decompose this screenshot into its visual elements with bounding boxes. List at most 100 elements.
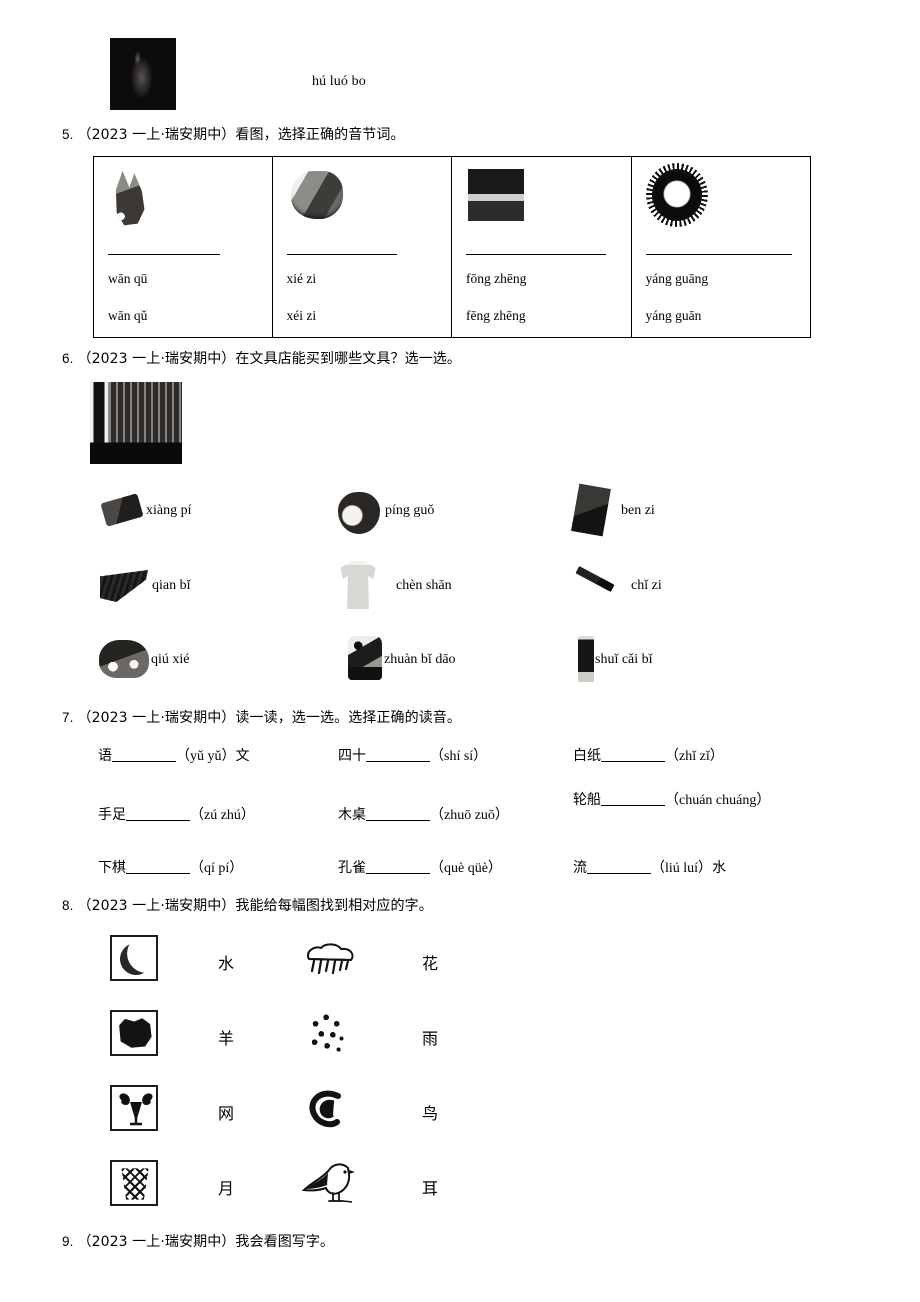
question-5-table: wān qū wān qǔ xié zi xéi zi fōng zhēng f… bbox=[93, 156, 811, 338]
q7-blank-5[interactable] bbox=[366, 820, 430, 821]
marker-picture bbox=[578, 636, 594, 682]
net-box-picture[interactable] bbox=[110, 1160, 158, 1206]
question-7-source: （2023 一上·瑞安期中） bbox=[77, 710, 236, 726]
q7-item-7[interactable]: 下棋 （qí pí） bbox=[98, 857, 243, 877]
q7-blank-8[interactable] bbox=[366, 873, 430, 874]
q7-options-9: （liú luí） bbox=[651, 861, 713, 876]
q6-label-ruler[interactable]: chǐ zi bbox=[631, 578, 662, 594]
q7-blank-7[interactable] bbox=[126, 873, 190, 874]
q6-label-sneaker[interactable]: qiú xié bbox=[151, 652, 190, 668]
shoe-picture bbox=[290, 171, 343, 219]
q8-char-2-right[interactable]: 雨 bbox=[422, 1025, 438, 1049]
worksheet-page: hú luó bo 5. （2023 一上·瑞安期中）看图，选择正确的音节词。 w… bbox=[0, 0, 920, 1302]
q6-label-notebook[interactable]: ben zi bbox=[621, 503, 655, 519]
question-8-source: （2023 一上·瑞安期中） bbox=[77, 898, 236, 914]
q5-cell-4[interactable]: yáng guāng yáng guān bbox=[632, 157, 811, 337]
q6-label-pencil[interactable]: qian bǐ bbox=[152, 578, 191, 594]
flowers-icon[interactable] bbox=[305, 1010, 353, 1056]
q5-answer-blank-3[interactable] bbox=[466, 254, 606, 255]
ram-head-box-picture[interactable] bbox=[110, 1085, 158, 1131]
q7-blank-1[interactable] bbox=[112, 761, 176, 762]
question-5-number: 5. bbox=[62, 127, 74, 142]
q5-answer-blank-4[interactable] bbox=[645, 254, 792, 255]
q6-label-sharpener[interactable]: zhuàn bǐ dāo bbox=[384, 652, 456, 668]
q7-word-9-after: 水 bbox=[712, 860, 727, 876]
sneaker-picture bbox=[99, 640, 149, 678]
q6-label-apple[interactable]: píng guǒ bbox=[385, 503, 434, 519]
dark-blob-box-picture[interactable] bbox=[110, 1010, 158, 1056]
q7-blank-4[interactable] bbox=[126, 820, 190, 821]
ear-icon[interactable] bbox=[308, 1090, 346, 1128]
q5-option-1a[interactable]: wān qū bbox=[108, 271, 147, 287]
q7-options-4: （zú zhú） bbox=[190, 808, 255, 823]
question-8-prompt: 我能给每幅图找到相对应的字。 bbox=[235, 898, 433, 914]
question-5-source: （2023 一上·瑞安期中） bbox=[77, 127, 236, 143]
stationery-store-picture bbox=[90, 382, 182, 464]
question-7-heading: 7. （2023 一上·瑞安期中）读一读，选一选。选择正确的读音。 bbox=[62, 708, 461, 729]
q7-options-1: （yǔ yǔ） bbox=[176, 749, 236, 764]
net-icon bbox=[121, 1168, 149, 1200]
q8-char-1-left[interactable]: 水 bbox=[218, 950, 234, 974]
question-7-number: 7. bbox=[62, 710, 74, 725]
q7-blank-2[interactable] bbox=[366, 761, 430, 762]
q8-char-4-left[interactable]: 月 bbox=[218, 1175, 234, 1199]
q7-item-6[interactable]: 轮船 （chuán chuáng） bbox=[573, 782, 773, 818]
carrot-pinyin: hú luó bo bbox=[312, 74, 366, 89]
q7-word-5-before: 木桌 bbox=[338, 807, 366, 823]
q5-cell-3[interactable]: fōng zhēng fēng zhēng bbox=[452, 157, 632, 337]
q5-option-3b[interactable]: fēng zhēng bbox=[466, 308, 526, 324]
q5-answer-blank-2[interactable] bbox=[286, 254, 397, 255]
q5-cell-1[interactable]: wān qū wān qǔ bbox=[94, 157, 273, 337]
bird-glyph bbox=[301, 1163, 355, 1203]
question-9-source: （2023 一上·瑞安期中） bbox=[77, 1234, 236, 1250]
q7-word-1-before: 语 bbox=[98, 748, 112, 764]
rain-cloud-icon[interactable] bbox=[303, 943, 357, 977]
pencil-picture bbox=[100, 570, 148, 602]
q7-blank-9[interactable] bbox=[587, 873, 651, 874]
notebook-picture bbox=[571, 483, 611, 537]
q6-label-marker[interactable]: shuǐ cǎi bǐ bbox=[595, 652, 653, 668]
q6-label-shirt[interactable]: chèn shān bbox=[396, 578, 452, 594]
question-8-number: 8. bbox=[62, 898, 74, 913]
question-6-prompt: 在文具店能买到哪些文具？选一选。 bbox=[235, 351, 462, 367]
q8-char-1-right[interactable]: 花 bbox=[422, 950, 438, 974]
q5-answer-blank-1[interactable] bbox=[108, 254, 220, 255]
question-6-source: （2023 一上·瑞安期中） bbox=[77, 351, 236, 367]
q8-char-3-left[interactable]: 网 bbox=[218, 1100, 234, 1124]
question-9-number: 9. bbox=[62, 1234, 74, 1249]
rain-cloud-glyph bbox=[307, 943, 354, 975]
q7-blank-3[interactable] bbox=[601, 761, 665, 762]
q8-char-4-right[interactable]: 耳 bbox=[422, 1175, 438, 1199]
q5-option-4a[interactable]: yáng guāng bbox=[646, 271, 709, 287]
q7-item-5[interactable]: 木桌 （zhuō zuō） bbox=[338, 804, 509, 824]
question-6-heading: 6. （2023 一上·瑞安期中）在文具店能买到哪些文具？选一选。 bbox=[62, 349, 461, 370]
q7-word-8-before: 孔雀 bbox=[338, 860, 366, 876]
moon-box-picture[interactable] bbox=[110, 935, 158, 981]
q5-option-2b[interactable]: xéi zi bbox=[287, 308, 317, 324]
q7-options-5: （zhuō zuō） bbox=[430, 808, 509, 823]
q5-option-1b[interactable]: wān qǔ bbox=[108, 308, 147, 324]
q8-char-2-left[interactable]: 羊 bbox=[218, 1025, 234, 1049]
q5-option-2a[interactable]: xié zi bbox=[287, 271, 317, 287]
q5-cell-2[interactable]: xié zi xéi zi bbox=[273, 157, 452, 337]
question-5-prompt: 看图，选择正确的音节词。 bbox=[235, 127, 405, 143]
q7-item-4[interactable]: 手足 （zú zhú） bbox=[98, 804, 255, 824]
q7-item-1[interactable]: 语 （yǔ yǔ）文 bbox=[98, 745, 250, 765]
question-6-number: 6. bbox=[62, 351, 74, 366]
q5-option-4b[interactable]: yáng guān bbox=[646, 308, 702, 324]
q5-option-3a[interactable]: fōng zhēng bbox=[466, 271, 526, 287]
q7-item-8[interactable]: 孔雀 （què qüè） bbox=[338, 857, 502, 877]
eraser-picture bbox=[100, 493, 144, 527]
q6-label-eraser[interactable]: xiàng pí bbox=[146, 503, 192, 519]
q7-item-3[interactable]: 白纸 （zhǐ zǐ） bbox=[573, 745, 724, 765]
q8-char-3-right[interactable]: 鸟 bbox=[422, 1100, 438, 1124]
q7-item-2[interactable]: 四十 （shí sí） bbox=[338, 745, 487, 765]
q7-blank-6[interactable] bbox=[601, 805, 665, 806]
q7-item-9[interactable]: 流 （liú luí）水 bbox=[573, 857, 726, 877]
q7-options-8: （què qüè） bbox=[430, 861, 502, 876]
bird-icon[interactable] bbox=[300, 1160, 360, 1206]
ram-head-glyph bbox=[119, 1093, 153, 1126]
ruler-picture bbox=[575, 566, 615, 592]
carrot-photo bbox=[110, 38, 176, 110]
moon-icon bbox=[115, 938, 157, 980]
